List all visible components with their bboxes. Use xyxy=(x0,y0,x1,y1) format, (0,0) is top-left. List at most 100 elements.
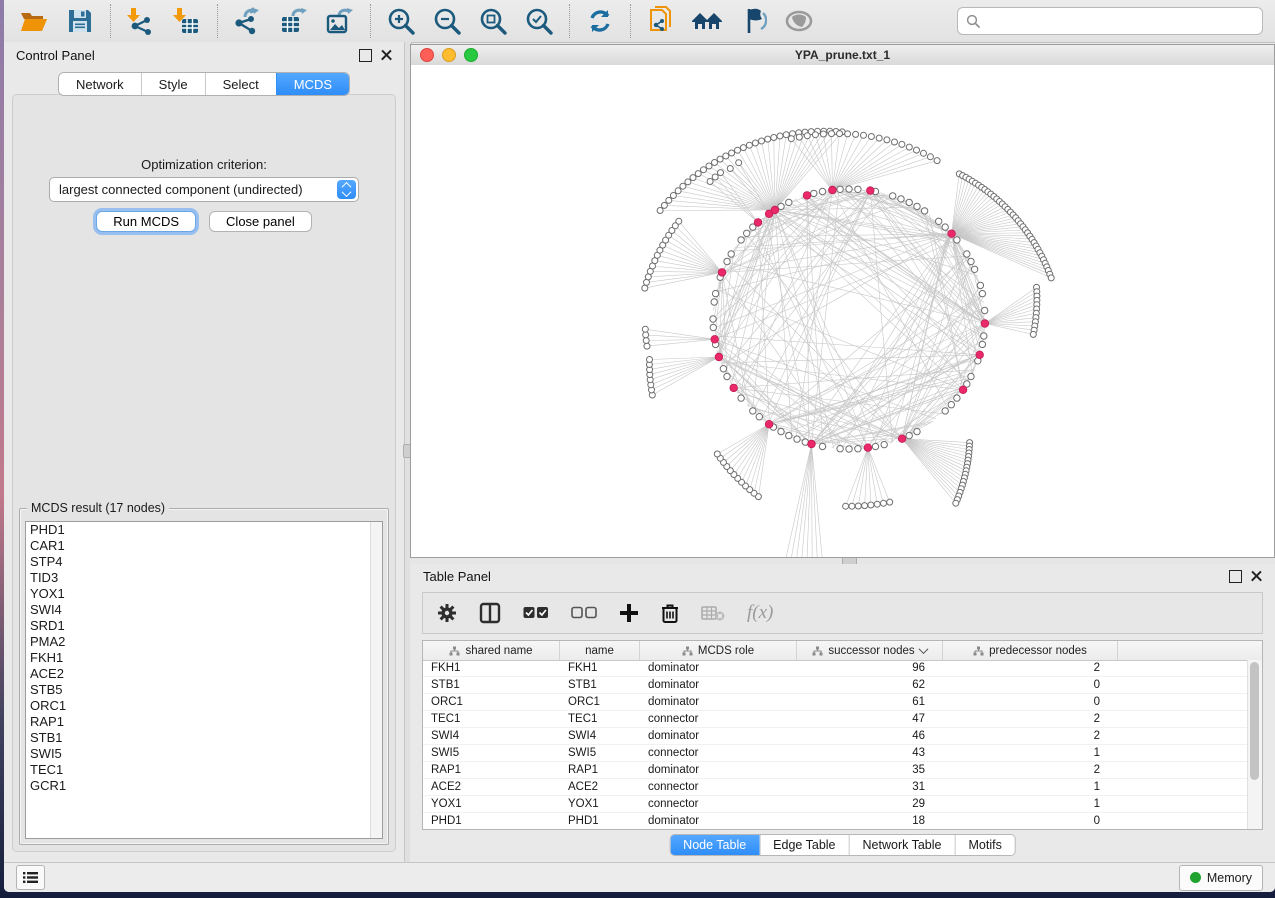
network-canvas[interactable] xyxy=(411,65,1274,557)
cell-successor-nodes[interactable]: 47 xyxy=(797,713,943,725)
cell-successor-nodes[interactable]: 43 xyxy=(797,747,943,759)
cell-successor-nodes[interactable]: 96 xyxy=(797,662,943,674)
import-table-icon[interactable] xyxy=(171,5,203,37)
cell-predecessor-nodes[interactable]: 0 xyxy=(943,679,1118,691)
table-row[interactable]: YOX1YOX1connector291 xyxy=(423,796,1248,813)
close-panel-icon[interactable] xyxy=(381,50,392,61)
export-image-icon[interactable] xyxy=(324,5,356,37)
export-table-icon[interactable] xyxy=(278,5,310,37)
memory-button[interactable]: Memory xyxy=(1179,865,1263,891)
cell-predecessor-nodes[interactable]: 2 xyxy=(943,713,1118,725)
delete-column-icon[interactable] xyxy=(661,600,679,626)
cell-name[interactable]: ORC1 xyxy=(560,696,640,708)
mcds-result-item[interactable]: STB1 xyxy=(26,730,382,746)
cell-MCDS-role[interactable]: dominator xyxy=(640,764,797,776)
cell-successor-nodes[interactable]: 46 xyxy=(797,730,943,742)
cell-MCDS-role[interactable]: dominator xyxy=(640,662,797,674)
new-network-from-selection-icon[interactable] xyxy=(645,5,677,37)
mcds-result-item[interactable]: GCR1 xyxy=(26,778,382,794)
cell-shared-name[interactable]: ACE2 xyxy=(423,781,560,793)
table-row[interactable]: FKH1FKH1dominator962 xyxy=(423,660,1248,677)
cell-shared-name[interactable]: PHD1 xyxy=(423,815,560,827)
tab-node-table[interactable]: Node Table xyxy=(670,835,759,855)
cell-predecessor-nodes[interactable]: 2 xyxy=(943,730,1118,742)
cell-name[interactable]: SWI4 xyxy=(560,730,640,742)
show-home-icon[interactable] xyxy=(691,5,723,37)
tab-style[interactable]: Style xyxy=(141,73,205,95)
cell-successor-nodes[interactable]: 18 xyxy=(797,815,943,827)
tab-motifs[interactable]: Motifs xyxy=(954,835,1014,855)
zoom-selected-icon[interactable] xyxy=(523,5,555,37)
deselect-all-icon[interactable] xyxy=(571,600,597,626)
cell-name[interactable]: PHD1 xyxy=(560,815,640,827)
cell-name[interactable]: RAP1 xyxy=(560,764,640,776)
tab-mcds[interactable]: MCDS xyxy=(276,73,349,95)
result-list-scrollbar[interactable] xyxy=(370,522,382,838)
cell-shared-name[interactable]: SWI4 xyxy=(423,730,560,742)
cell-name[interactable]: TEC1 xyxy=(560,713,640,725)
column-header-MCDS-role[interactable]: MCDS role xyxy=(640,641,797,660)
cell-shared-name[interactable]: RAP1 xyxy=(423,764,560,776)
optimization-criterion-select[interactable]: largest connected component (undirected) xyxy=(49,177,359,202)
cell-shared-name[interactable]: YOX1 xyxy=(423,798,560,810)
close-panel-icon[interactable] xyxy=(1251,571,1262,582)
cell-successor-nodes[interactable]: 35 xyxy=(797,764,943,776)
tab-network[interactable]: Network xyxy=(59,73,141,95)
cell-MCDS-role[interactable]: connector xyxy=(640,781,797,793)
mcds-result-item[interactable]: PMA2 xyxy=(26,634,382,650)
mcds-result-item[interactable]: ACE2 xyxy=(26,666,382,682)
column-header-predecessor-nodes[interactable]: predecessor nodes xyxy=(943,641,1118,660)
save-session-icon[interactable] xyxy=(64,5,96,37)
tab-edge-table[interactable]: Edge Table xyxy=(759,835,848,855)
mcds-result-item[interactable]: YOX1 xyxy=(26,586,382,602)
mcds-result-item[interactable]: TEC1 xyxy=(26,762,382,778)
close-panel-button[interactable]: Close panel xyxy=(209,211,312,232)
import-network-icon[interactable] xyxy=(125,5,157,37)
search-input[interactable] xyxy=(986,13,1254,29)
zoom-in-icon[interactable] xyxy=(385,5,417,37)
cell-shared-name[interactable]: SWI5 xyxy=(423,747,560,759)
mcds-result-item[interactable]: STB5 xyxy=(26,682,382,698)
hide-details-icon[interactable] xyxy=(737,5,769,37)
cell-MCDS-role[interactable]: dominator xyxy=(640,679,797,691)
cell-MCDS-role[interactable]: dominator xyxy=(640,696,797,708)
select-all-icon[interactable] xyxy=(523,600,549,626)
cell-MCDS-role[interactable]: connector xyxy=(640,713,797,725)
graph-nodes[interactable] xyxy=(642,128,1054,557)
cell-name[interactable]: YOX1 xyxy=(560,798,640,810)
cell-predecessor-nodes[interactable]: 0 xyxy=(943,815,1118,827)
cell-MCDS-role[interactable]: connector xyxy=(640,798,797,810)
column-header-name[interactable]: name xyxy=(560,641,640,660)
cell-name[interactable]: STB1 xyxy=(560,679,640,691)
cell-predecessor-nodes[interactable]: 2 xyxy=(943,662,1118,674)
column-header-shared-name[interactable]: shared name xyxy=(423,641,560,660)
float-panel-icon[interactable] xyxy=(1229,570,1242,583)
mcds-result-item[interactable]: CAR1 xyxy=(26,538,382,554)
column-header-successor-nodes[interactable]: successor nodes xyxy=(797,641,943,660)
table-row[interactable]: ORC1ORC1dominator610 xyxy=(423,694,1248,711)
cell-name[interactable]: SWI5 xyxy=(560,747,640,759)
open-file-icon[interactable] xyxy=(18,5,50,37)
apply-layout-icon[interactable] xyxy=(584,5,616,37)
mcds-result-list[interactable]: PHD1CAR1STP4TID3YOX1SWI4SRD1PMA2FKH1ACE2… xyxy=(25,521,383,839)
mcds-result-item[interactable]: SWI4 xyxy=(26,602,382,618)
export-network-icon[interactable] xyxy=(232,5,264,37)
mcds-result-item[interactable]: ORC1 xyxy=(26,698,382,714)
cell-shared-name[interactable]: TEC1 xyxy=(423,713,560,725)
mcds-result-item[interactable]: SRD1 xyxy=(26,618,382,634)
table-row[interactable]: RAP1RAP1dominator352 xyxy=(423,762,1248,779)
table-row[interactable]: SWI4SWI4dominator462 xyxy=(423,728,1248,745)
scrollbar-thumb[interactable] xyxy=(1250,662,1259,780)
table-row[interactable]: SWI5SWI5connector431 xyxy=(423,745,1248,762)
table-scrollbar[interactable] xyxy=(1247,660,1262,829)
table-settings-icon[interactable] xyxy=(437,600,457,626)
table-row[interactable]: STB1STB1dominator620 xyxy=(423,677,1248,694)
cell-successor-nodes[interactable]: 61 xyxy=(797,696,943,708)
cell-shared-name[interactable]: STB1 xyxy=(423,679,560,691)
table-row[interactable]: PHD1PHD1dominator180 xyxy=(423,813,1248,829)
mcds-result-item[interactable]: SWI5 xyxy=(26,746,382,762)
delete-table-icon[interactable] xyxy=(701,600,725,626)
cell-name[interactable]: ACE2 xyxy=(560,781,640,793)
table-row[interactable]: ACE2ACE2connector311 xyxy=(423,779,1248,796)
cell-shared-name[interactable]: FKH1 xyxy=(423,662,560,674)
